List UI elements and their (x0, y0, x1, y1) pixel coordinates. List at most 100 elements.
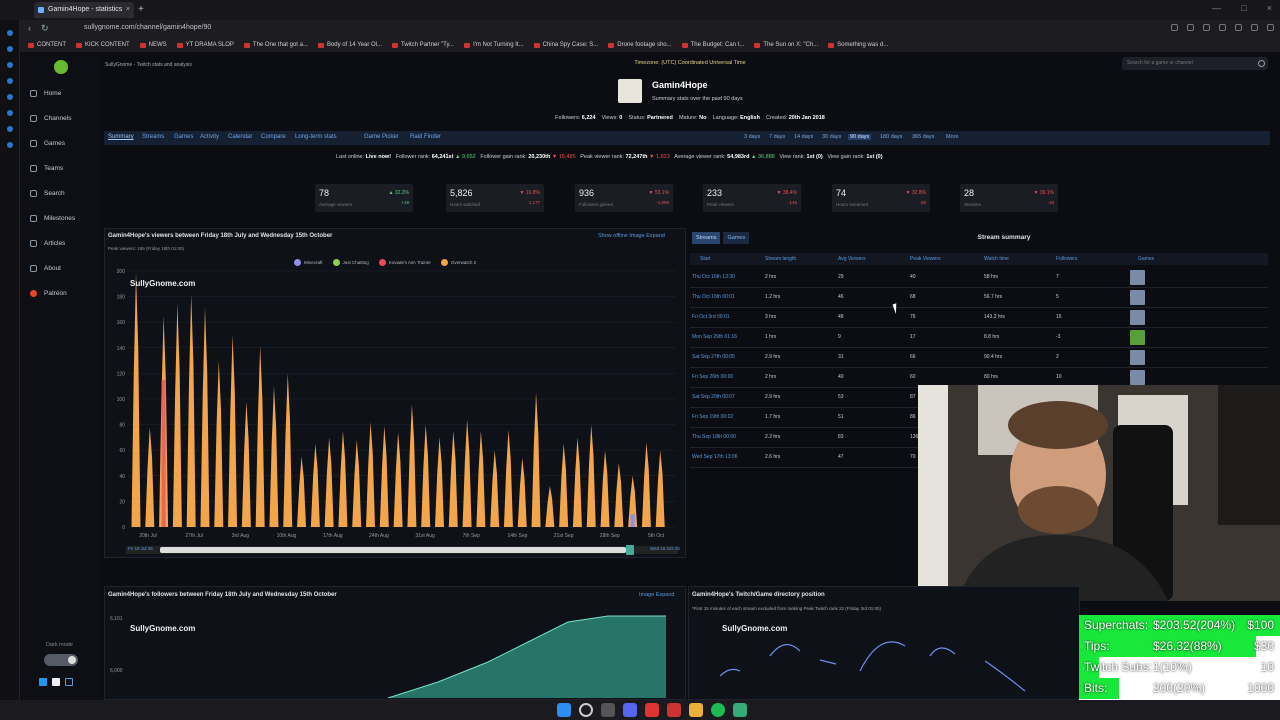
column-header[interactable]: Peak Viewers (910, 256, 940, 262)
bookmark-icon[interactable] (1171, 24, 1178, 31)
rail-icon[interactable] (6, 126, 13, 132)
extension-icon[interactable] (1187, 24, 1194, 31)
discord-icon[interactable] (623, 703, 637, 717)
table-row[interactable]: Thu Oct 16th 00:01 1.2 hrs 46 68 56.7 hrs 5 (690, 288, 1268, 308)
tab-activity[interactable]: Activity (200, 134, 219, 140)
sidebar-item-search[interactable]: Search (30, 186, 65, 200)
game-box-art-icon[interactable] (1130, 350, 1145, 365)
sidebar-item-milestones[interactable]: Milestones (30, 211, 75, 225)
bookmark-item[interactable]: NEWS (139, 38, 167, 52)
stream-start-link[interactable]: Wed Sep 17th 13:06 (692, 454, 738, 460)
gear-icon[interactable] (1258, 60, 1265, 67)
range-more[interactable]: More (946, 134, 959, 140)
bookmark-item[interactable]: China Spy Case: S... (533, 38, 598, 52)
browser-tab[interactable]: Gamin4Hope - statistics × (34, 2, 134, 18)
stream-start-link[interactable]: Mon Sep 29th 01:16 (692, 334, 737, 340)
rail-icon[interactable] (6, 78, 13, 84)
bookmark-item[interactable]: Drone footage sho... (608, 38, 672, 52)
rail-icon[interactable] (6, 110, 13, 116)
browser-icon[interactable] (667, 703, 681, 717)
tab-streams-table[interactable]: Streams (692, 232, 721, 244)
stream-start-link[interactable]: Fri Sep 26th 00:00 (692, 374, 733, 380)
tab-raid-finder[interactable]: Raid Finder (410, 134, 441, 140)
bookmark-item[interactable]: YT DRAMA SLOP (176, 38, 234, 52)
column-header[interactable]: Start (700, 256, 711, 262)
site-logo-icon[interactable] (54, 60, 68, 74)
stream-start-link[interactable]: Sat Sep 20th 00:07 (692, 394, 735, 400)
menu-icon[interactable] (1267, 24, 1274, 31)
bookmark-item[interactable]: CONTENT (28, 38, 66, 52)
sidebar-item-patreon[interactable]: Patreon (30, 286, 67, 300)
tab-compare[interactable]: Compare (261, 134, 286, 140)
stream-start-link[interactable]: Sat Sep 27th 00:05 (692, 354, 735, 360)
sidebar-item-articles[interactable]: Articles (30, 236, 65, 250)
table-row[interactable]: Mon Sep 29th 01:16 1 hrs 9 17 8.8 hrs -3 (690, 328, 1268, 348)
sidebar-item-games[interactable]: Games (30, 136, 65, 150)
bookmark-item[interactable]: The Budget: Can t... (681, 38, 744, 52)
game-box-art-icon[interactable] (1130, 310, 1145, 325)
column-header[interactable]: Followers (1056, 256, 1077, 262)
extension-icon[interactable] (1235, 24, 1242, 31)
viewers-chart-links[interactable]: Show offline Image Expand (598, 233, 665, 239)
sidebar-item-home[interactable]: Home (30, 86, 61, 100)
table-row[interactable]: Fri Oct 3rd 00:01 3 hrs 48 76 143.2 hrs 15 (690, 308, 1268, 328)
rail-icon[interactable] (6, 46, 13, 52)
tab-summary[interactable]: Summary (108, 134, 134, 140)
bookmark-item[interactable]: The One that got a... (243, 38, 308, 52)
app-icon[interactable] (733, 703, 747, 717)
tab-games[interactable]: Games (174, 134, 193, 140)
extension-icon[interactable] (1219, 24, 1226, 31)
bookmark-item[interactable]: Something was d... (828, 38, 888, 52)
tab-calendar[interactable]: Calendar (228, 134, 252, 140)
column-header[interactable]: Stream length (765, 256, 796, 262)
column-header[interactable]: Avg Viewers (838, 256, 866, 262)
back-icon[interactable]: ‹ (28, 23, 31, 34)
bookmark-item[interactable]: I'm Not Turning It... (464, 38, 524, 52)
chart-range-handle[interactable] (626, 545, 634, 555)
tab-games-table[interactable]: Games (723, 232, 750, 244)
maximize-icon[interactable]: □ (1241, 3, 1246, 17)
new-tab-button[interactable]: + (138, 2, 150, 18)
reload-icon[interactable]: ↻ (41, 23, 49, 34)
followers-chart-links[interactable]: Image Expand (639, 592, 674, 598)
extension-icon[interactable] (1251, 24, 1258, 31)
table-row[interactable]: Sat Sep 27th 00:05 2.9 hrs 31 66 90.4 hrs 2 (690, 348, 1268, 368)
range-365-days[interactable]: 365 days (912, 134, 934, 140)
sidebar-item-teams[interactable]: Teams (30, 161, 63, 175)
column-header[interactable]: Games (1138, 256, 1154, 262)
rail-icon[interactable] (6, 62, 13, 68)
start-icon[interactable] (557, 703, 571, 717)
dark-mode-toggle[interactable] (44, 654, 78, 666)
range-7-days[interactable]: 7 days (769, 134, 785, 140)
chart-range-thumb[interactable] (160, 547, 626, 553)
close-window-icon[interactable]: × (1267, 3, 1272, 17)
bookmark-item[interactable]: Twitch Partner "Ty... (392, 38, 454, 52)
link-icon[interactable] (65, 678, 73, 686)
sidebar-item-channels[interactable]: Channels (30, 111, 71, 125)
column-header[interactable]: Watch time (984, 256, 1009, 262)
bookmark-item[interactable]: KICK CONTENT (76, 38, 130, 52)
taskview-icon[interactable] (601, 703, 615, 717)
bookmark-item[interactable]: The Sun on X: "Ch... (754, 38, 818, 52)
stream-start-link[interactable]: Thu Oct 16th 00:01 (692, 294, 735, 300)
tab-game-picker[interactable]: Game Picker (364, 134, 399, 140)
twitter-icon[interactable] (39, 678, 47, 686)
table-row[interactable]: Thu Oct 16th 13:30 2 hrs 29 40 58 hrs 7 (690, 268, 1268, 288)
range-3-days[interactable]: 3 days (744, 134, 760, 140)
url-field[interactable]: sullygnome.com/channel/gamin4hope/90 (84, 24, 211, 31)
close-tab-icon[interactable]: × (126, 2, 130, 18)
folder-icon[interactable] (689, 703, 703, 717)
stream-start-link[interactable]: Thu Oct 16th 13:30 (692, 274, 735, 280)
game-box-art-icon[interactable] (1130, 330, 1145, 345)
rail-icon[interactable] (6, 94, 13, 100)
stream-start-link[interactable]: Thu Sep 18th 00:00 (692, 434, 736, 440)
timezone-label[interactable]: Timezone: (UTC) Coordinated Universal Ti… (560, 60, 820, 66)
app-icon[interactable] (645, 703, 659, 717)
game-box-art-icon[interactable] (1130, 370, 1145, 385)
game-box-art-icon[interactable] (1130, 270, 1145, 285)
minimize-icon[interactable]: — (1212, 3, 1221, 17)
search-icon[interactable] (579, 703, 593, 717)
tab-long-term-stats[interactable]: Long-term stats (295, 134, 337, 140)
stream-start-link[interactable]: Fri Oct 3rd 00:01 (692, 314, 730, 320)
range-180-days[interactable]: 180 days (880, 134, 902, 140)
